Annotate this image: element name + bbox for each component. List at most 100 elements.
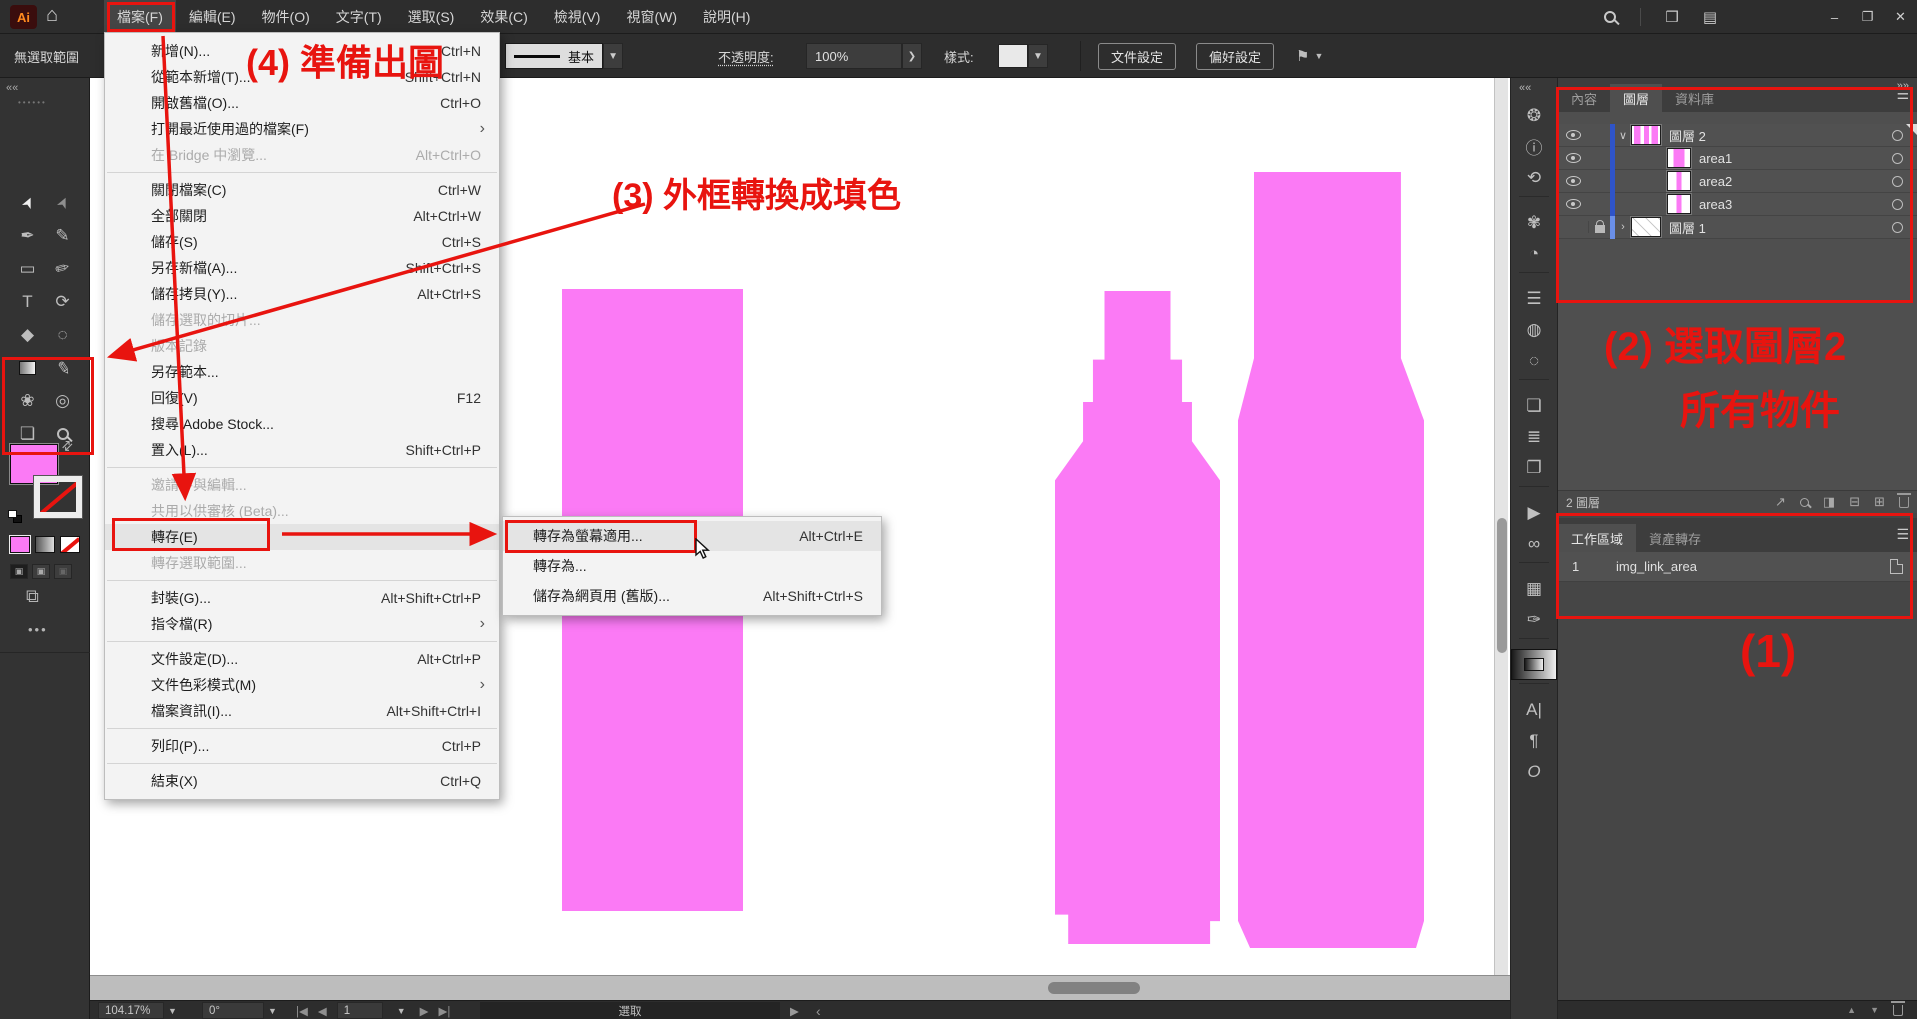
menu-item-color-mode[interactable]: 文件色彩模式(M) [105,672,499,698]
menu-item-browse-bridge[interactable]: 在 Bridge 中瀏覽... Alt+Ctrl+O [105,142,499,168]
brush-definition-dropdown[interactable]: 基本 [505,43,603,69]
menu-item-open[interactable]: 開啟舊檔(O)... Ctrl+O [105,90,499,116]
panel-menu-icon[interactable]: ☰ [1896,526,1909,543]
menu-item-save-template[interactable]: 另存範本... [105,359,499,385]
move-down-icon[interactable]: ▼ [1870,1005,1879,1015]
character-icon[interactable]: A| [1511,694,1557,725]
artboard-name[interactable]: img_link_area [1616,559,1697,574]
search-icon[interactable] [1604,11,1616,23]
first-artboard-icon[interactable]: |◀ [296,1004,308,1018]
visibility-toggle[interactable] [1558,199,1588,209]
menu-item-export-for-screens[interactable]: 轉存為螢幕適用... Alt+Ctrl+E [503,521,881,551]
layer-row-layer2[interactable]: ∨ 圖層 2 [1558,124,1917,147]
screen-mode-icon[interactable]: ⧉ [26,586,39,607]
menu-item-place[interactable]: 置入(L)... Shift+Ctrl+P [105,437,499,463]
edit-toolbar-icon[interactable]: ••• [28,622,48,637]
opacity-label[interactable]: 不透明度: [718,34,774,78]
menu-item-print[interactable]: 列印(P)... Ctrl+P [105,733,499,759]
menu-item-save-copy[interactable]: 儲存拷貝(Y)... Alt+Ctrl+S [105,281,499,307]
status-collapse-icon[interactable]: ‹ [816,1001,821,1019]
brushes-icon[interactable]: ✑ [1511,604,1557,635]
menu-item-close[interactable]: 關閉檔案(C) Ctrl+W [105,177,499,203]
home-icon[interactable]: ⌂ [46,4,58,27]
layer-name[interactable]: 圖層 1 [1669,218,1706,237]
next-artboard-icon[interactable]: ▶ [420,1004,429,1018]
visibility-toggle[interactable] [1558,153,1588,163]
transparency-icon[interactable]: ◍ [1511,314,1557,345]
toolbar-grip[interactable]: •••••• [18,98,47,107]
menu-item-file-info[interactable]: 檔案資訊(I)... Alt+Shift+Ctrl+I [105,698,499,724]
layer-name[interactable]: area2 [1699,174,1732,189]
visibility-toggle[interactable] [1558,130,1588,140]
opacity-stepper[interactable]: ❯ [902,43,922,69]
tab-layers[interactable]: 圖層 [1610,84,1662,112]
artwork-bottle-area2[interactable] [1055,291,1220,944]
info-icon[interactable]: ⓘ [1511,131,1557,162]
menu-item-export[interactable]: 轉存(E) [105,524,499,550]
target-circle-icon[interactable] [1892,176,1903,187]
tab-content[interactable]: 內容 [1558,84,1610,112]
pen-tool[interactable]: ✒ [10,219,45,252]
prev-artboard-icon[interactable]: ◀ [318,1004,327,1018]
horizontal-scrollbar[interactable] [1048,982,1140,994]
rotation-dropdown-chevron[interactable]: ▼ [264,1006,281,1016]
symbolism-tool[interactable]: ❀ [10,384,45,417]
draw-inside-button[interactable]: ▣ [54,564,72,579]
color-icon[interactable]: ✾ [1511,207,1557,238]
swatches-icon[interactable]: ▦ [1511,573,1557,604]
visibility-toggle[interactable] [1558,176,1588,186]
layer-thumbnail[interactable] [1667,194,1691,214]
eraser-tool[interactable]: ◆ [10,318,45,351]
style-dropdown-chevron[interactable]: ▼ [1028,44,1048,68]
lasso-tool[interactable]: ◌ [45,318,80,351]
rectangle-tool[interactable]: ▭ [10,252,45,285]
layer-thumbnail[interactable] [1631,125,1661,145]
layer-name[interactable]: 圖層 2 [1669,126,1706,145]
menu-effect[interactable]: 效果(C) [467,0,540,34]
tab-asset-export[interactable]: 資產轉存 [1636,524,1714,552]
chevron-down-icon[interactable]: ∨ [1615,129,1631,142]
default-fill-stroke-icon[interactable] [8,510,24,524]
color-fill-button[interactable] [10,536,30,553]
menu-item-save[interactable]: 儲存(S) Ctrl+S [105,229,499,255]
layer-thumbnail[interactable] [1631,217,1661,237]
search-icon[interactable] [1800,498,1809,507]
target-circle-icon[interactable] [1892,153,1903,164]
menu-help[interactable]: 說明(H) [690,0,763,34]
arrange-documents-icon[interactable]: ▤ [1703,8,1717,26]
draw-behind-button[interactable]: ▣ [32,564,50,579]
paintbrush-tool[interactable]: ✏ [41,248,83,289]
stroke-icon[interactable]: ☰ [1511,283,1557,314]
none-fill-button[interactable] [60,536,80,553]
gradient-tool[interactable] [10,351,45,384]
layer-row-area2[interactable]: area2 [1558,170,1917,193]
collapse-dock-icon[interactable]: «« [1519,82,1531,94]
swap-fill-stroke-icon[interactable]: ⇄ [58,436,77,455]
menu-item-save-as[interactable]: 另存新檔(A)... Shift+Ctrl+S [105,255,499,281]
menu-select[interactable]: 選取(S) [395,0,468,34]
layer-row-layer1[interactable]: › 圖層 1 [1558,216,1917,239]
trash-icon[interactable] [1893,1005,1903,1016]
clip-mask-icon[interactable]: ◨ [1823,494,1835,510]
workspace-icon[interactable]: ❒ [1665,8,1678,26]
menu-item-save-for-web[interactable]: 儲存為網頁用 (舊版)... Alt+Shift+Ctrl+S [503,581,881,611]
zoom-level-field[interactable]: 104.17% [98,1002,164,1019]
draw-normal-button[interactable]: ▣ [10,564,28,579]
gradient-fill-button[interactable] [35,536,55,553]
collect-export-icon[interactable]: ↗ [1775,494,1786,510]
shape-builder-tool[interactable]: ◎ [45,384,80,417]
last-artboard-icon[interactable]: ▶| [438,1004,450,1018]
style-swatch[interactable] [998,44,1028,68]
menu-type[interactable]: 文字(T) [323,0,395,34]
links-icon[interactable]: ∞ [1511,528,1557,559]
layer-name[interactable]: area3 [1699,197,1732,212]
menu-item-close-all[interactable]: 全部關閉 Alt+Ctrl+W [105,203,499,229]
menu-item-package[interactable]: 封裝(G)... Alt+Shift+Ctrl+P [105,585,499,611]
tab-artboards[interactable]: 工作區域 [1558,524,1636,552]
menu-object[interactable]: 物件(O) [249,0,323,34]
menu-item-invite-edit[interactable]: 邀請參與編輯... [105,472,499,498]
brush-dropdown-chevron[interactable]: ▼ [603,43,623,69]
menu-item-share-review[interactable]: 共用以供審核 (Beta)... [105,498,499,524]
vertical-scrollbar-track[interactable] [1494,78,1508,975]
layer-thumbnail[interactable] [1667,148,1691,168]
